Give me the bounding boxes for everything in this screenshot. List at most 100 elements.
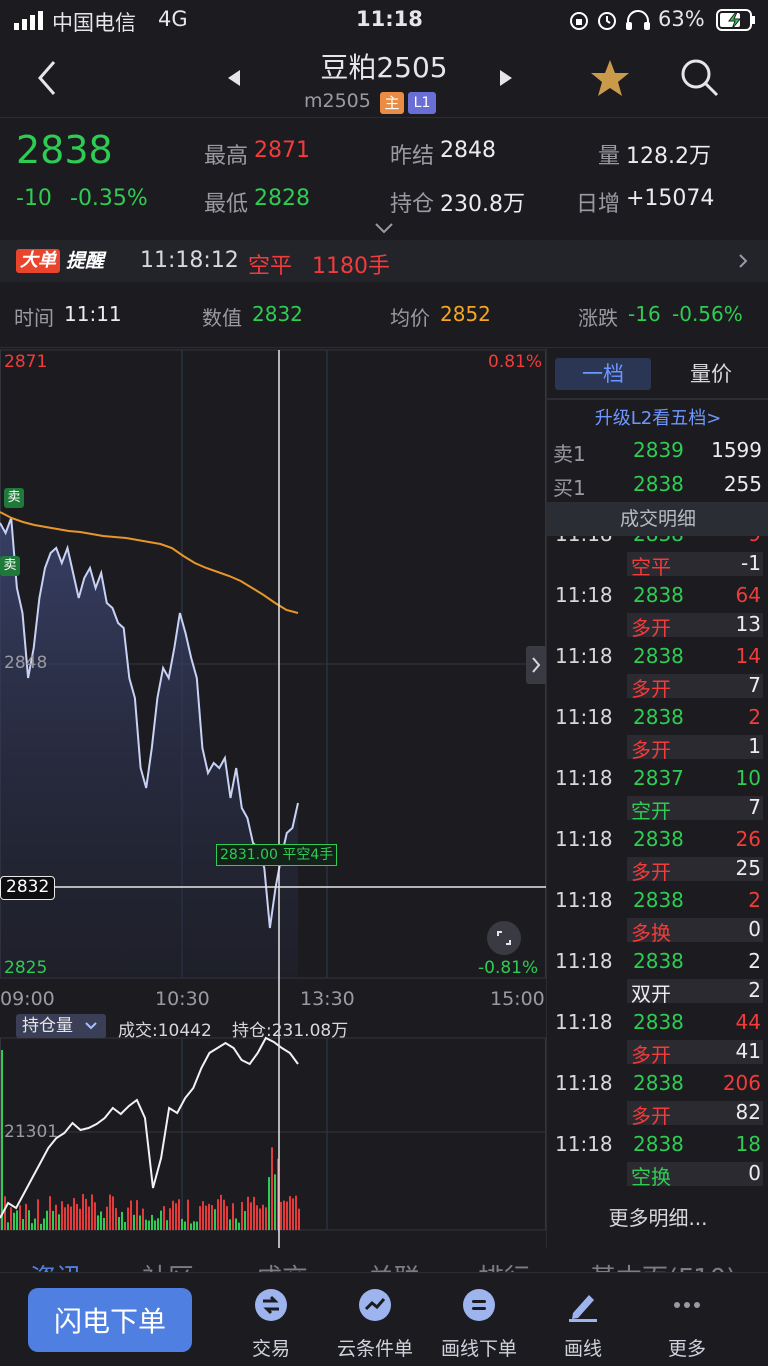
trade-volume: 206	[722, 1071, 761, 1095]
trade-volume: 18	[735, 1132, 761, 1156]
line-order-button[interactable]: 画线下单	[424, 1283, 534, 1360]
trade-price: 2838	[633, 1071, 684, 1095]
volume-bar	[166, 1220, 168, 1230]
intraday-chart-svg[interactable]	[0, 348, 546, 1248]
volume-bar	[28, 1210, 30, 1230]
volume-bar	[208, 1203, 210, 1230]
trade-row: 11:18 2838 206 多开 82	[547, 1067, 768, 1128]
y-top-label: 2871	[4, 352, 48, 372]
trade-row: 11:18 2838 26 多开 25	[547, 823, 768, 884]
draw-line-icon	[569, 1295, 597, 1322]
line-order-label: 画线下单	[440, 1338, 517, 1360]
sub-indicator-select[interactable]: 持仓量	[16, 1014, 106, 1038]
bottom-toolbar: 闪电下单 交易 云条件单 画线下单 画线 更多	[0, 1272, 768, 1366]
expand-chevron-icon[interactable]	[374, 222, 394, 234]
avg-label: 均价	[390, 306, 430, 330]
tab-community[interactable]: 社区	[142, 1258, 194, 1272]
trade-price: 2838	[633, 888, 684, 912]
bid1-price: 2838	[633, 472, 684, 496]
tab-fundamentals[interactable]: 基本面(F10)	[590, 1258, 736, 1272]
volume-bar	[10, 1207, 12, 1230]
volume-bar	[133, 1214, 135, 1230]
sell-marker-1[interactable]: 卖	[4, 488, 24, 508]
trade-time: 11:18	[555, 949, 613, 973]
trade-type: 多开	[631, 738, 671, 762]
section-tabs: 资讯 社区 成交 关联 排行 基本面(F10)	[0, 1248, 768, 1272]
volume-bar	[268, 1177, 270, 1230]
back-icon[interactable]	[36, 60, 58, 96]
trade-volume: 44	[735, 1010, 761, 1034]
high-label: 最高	[204, 144, 249, 169]
trade-volume: 26	[735, 827, 761, 851]
trade-price: 2837	[633, 766, 684, 790]
volume-bar	[37, 1199, 39, 1230]
prev-contract-icon[interactable]	[228, 70, 242, 86]
trade-oi-change: -1	[741, 551, 761, 575]
volume-bar	[190, 1223, 192, 1230]
price-change-pct: -0.35%	[70, 186, 148, 211]
rotation-lock-icon	[570, 12, 588, 30]
volume-bar	[265, 1207, 267, 1230]
trade-volume: 9	[748, 536, 761, 546]
favorite-star-icon[interactable]	[590, 58, 630, 98]
x-label-1330: 13:30	[300, 988, 355, 1010]
trade-price: 2838	[633, 1132, 684, 1156]
volume-bar	[67, 1204, 69, 1230]
more-details-link[interactable]: 更多明细...	[547, 1202, 768, 1231]
volume-bar	[229, 1219, 231, 1230]
volume-bar	[64, 1207, 66, 1230]
trade-time: 11:18	[555, 766, 613, 790]
volume-bar	[217, 1199, 219, 1230]
x-label-1500: 15:00	[490, 988, 545, 1010]
x-label-0900: 09:00	[0, 988, 55, 1010]
trade-type: 多开	[631, 1043, 671, 1067]
chevron-right-icon	[739, 254, 748, 268]
volume-bar	[184, 1221, 186, 1230]
intraday-chart[interactable]: 2871 0.81% 2848 2825 -0.81% 2832 卖 卖 283…	[0, 348, 546, 1248]
upgrade-l2-link[interactable]: 升级L2看五档>	[547, 404, 768, 430]
draw-line-button[interactable]: 画线	[528, 1283, 638, 1360]
trade-annotation[interactable]: 2831.00 平空4手	[216, 844, 338, 866]
tab-trades[interactable]: 成交	[256, 1258, 308, 1272]
more-button[interactable]: 更多	[632, 1283, 742, 1360]
low-label: 最低	[204, 192, 249, 217]
trade-volume: 10	[735, 766, 761, 790]
volume-bar	[289, 1196, 291, 1230]
trade-row: 11:18 2838 18 空换 0	[547, 1128, 768, 1189]
search-icon[interactable]	[680, 58, 720, 98]
trade-list[interactable]: 11:1828389空平-111:18283864多开1311:18283814…	[547, 536, 768, 1196]
volume-bar	[157, 1218, 159, 1230]
volume-bar	[160, 1210, 162, 1230]
tab-level1[interactable]: 一档	[555, 358, 651, 390]
alert-time: 11:18:12	[140, 248, 239, 273]
trade-type: 多开	[631, 1104, 671, 1128]
trade-button[interactable]: 交易	[216, 1283, 326, 1360]
chevron-down-icon	[85, 1022, 97, 1030]
sub-volume: 成交:10442	[118, 1021, 212, 1041]
volume-bar	[205, 1205, 207, 1230]
tab-ranking[interactable]: 排行	[478, 1258, 530, 1272]
high-value: 2871	[254, 138, 310, 163]
fullscreen-button[interactable]	[487, 921, 521, 955]
trade-oi-change: 7	[748, 673, 761, 697]
big-order-alert[interactable]: 大单 提醒 11:18:12 空平 1180手	[0, 240, 768, 282]
trade-label: 交易	[251, 1338, 290, 1360]
cloud-order-button[interactable]: 云条件单	[320, 1283, 430, 1360]
order-book-panel: 一档 量价 升级L2看五档> 卖1 2839 1599 买1 2838 255 …	[546, 348, 768, 1248]
volume-bar	[142, 1208, 144, 1230]
tab-news[interactable]: 资讯	[30, 1258, 82, 1272]
volume-bar	[118, 1217, 120, 1230]
expand-panel-tab[interactable]	[526, 646, 546, 684]
battery-percent: 63%	[658, 7, 705, 31]
tab-price-volume[interactable]: 量价	[663, 358, 759, 390]
volume-bar	[73, 1198, 75, 1230]
sell-marker-2[interactable]: 卖	[0, 556, 20, 576]
volume-bar	[169, 1208, 171, 1230]
volume-bar	[76, 1203, 78, 1230]
volume-bar	[130, 1200, 132, 1230]
sub-level-label: 21301	[4, 1122, 59, 1142]
value-label: 数值	[202, 306, 242, 330]
flash-order-button[interactable]: 闪电下单	[28, 1288, 192, 1352]
next-contract-icon[interactable]	[498, 70, 512, 86]
tab-related[interactable]: 关联	[368, 1258, 420, 1272]
